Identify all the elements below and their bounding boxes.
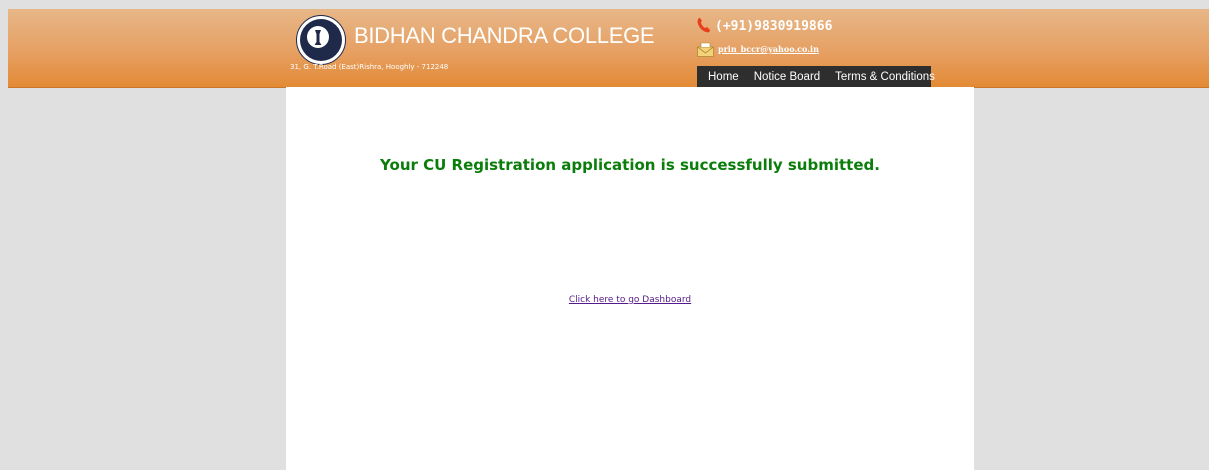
college-name[interactable]: BIDHAN CHANDRA COLLEGE: [354, 23, 655, 49]
college-address: 31, G. T.Road (East)Rishra, Hooghly - 71…: [290, 63, 449, 71]
top-nav: Home Notice Board Terms & Conditions: [697, 66, 935, 87]
seal-center: [307, 26, 329, 48]
email-link[interactable]: prin_bccr@yahoo.co.in: [718, 44, 819, 54]
dashboard-link[interactable]: Click here to go Dashboard: [286, 295, 974, 305]
main-content: Your CU Registration application is succ…: [286, 87, 974, 470]
pillar-icon: [314, 30, 322, 45]
nav-terms-conditions[interactable]: Terms & Conditions: [830, 71, 940, 83]
success-message: Your CU Registration application is succ…: [380, 156, 880, 174]
mail-icon: [697, 42, 714, 57]
nav-notice-board[interactable]: Notice Board: [749, 71, 830, 83]
site-header: BIDHAN CHANDRA COLLEGE 31, G. T.Road (Ea…: [8, 9, 1209, 88]
college-seal-icon: [296, 15, 346, 65]
nav-home[interactable]: Home: [697, 71, 749, 83]
phone-number: (+91)9830919866: [715, 19, 833, 34]
phone-icon: [697, 18, 710, 33]
